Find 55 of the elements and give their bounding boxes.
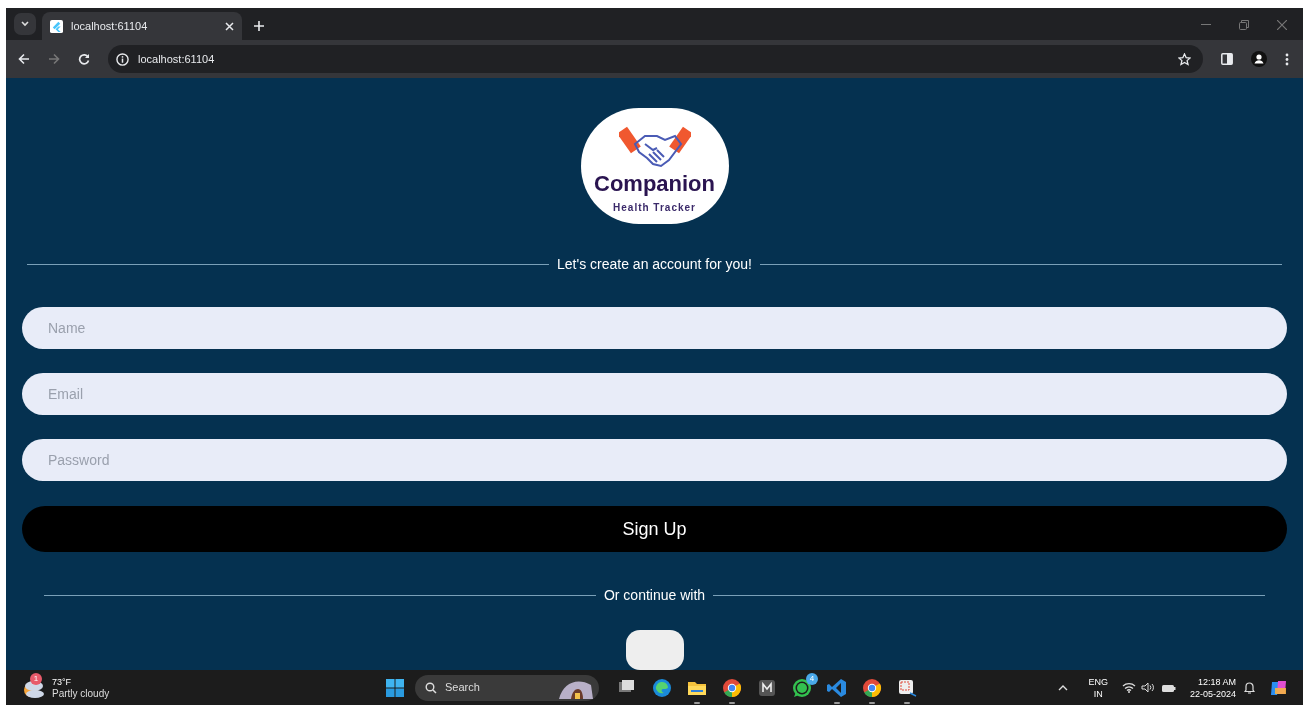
url-text: localhost:61104	[138, 51, 216, 67]
notification-badge: 1	[30, 672, 42, 685]
taskbar-search-field[interactable]: Search	[415, 674, 599, 701]
reload-icon[interactable]	[78, 53, 90, 65]
profile-icon[interactable]	[1251, 51, 1267, 67]
bell-icon[interactable]	[1244, 681, 1255, 694]
logo-subtitle: Health Tracker	[613, 201, 696, 215]
tab-search-button[interactable]	[14, 13, 36, 35]
minimize-icon[interactable]	[1201, 24, 1211, 26]
flutter-icon	[50, 19, 63, 33]
tab-title: localhost:61104	[71, 18, 149, 34]
running-indicator	[694, 702, 700, 704]
sign-up-button[interactable]: Sign Up	[22, 506, 1287, 552]
forward-icon[interactable]	[48, 53, 60, 65]
chrome-icon[interactable]	[721, 676, 743, 699]
notification-badge: 4	[806, 673, 818, 685]
input-field[interactable]: Password	[22, 439, 1287, 481]
handshake-icon	[618, 124, 691, 170]
language-indicator[interactable]: ENG	[1088, 675, 1108, 688]
battery-icon[interactable]	[1160, 682, 1176, 693]
input-field[interactable]: Email	[22, 373, 1287, 415]
address-bar[interactable]: localhost:61104	[108, 45, 1203, 73]
running-indicator	[729, 702, 735, 704]
input-field[interactable]: Name	[22, 307, 1287, 349]
region-indicator[interactable]: IN	[1093, 687, 1103, 700]
chevron-down-icon	[21, 21, 29, 27]
running-indicator	[869, 702, 875, 704]
search-placeholder: Search	[445, 680, 481, 696]
clock-date[interactable]: 22-05-2024	[1189, 687, 1236, 700]
weather-condition: Partly cloudy	[52, 687, 110, 699]
chevron-up-icon[interactable]	[1058, 684, 1069, 691]
menu-icon[interactable]	[1285, 52, 1289, 66]
edge-icon[interactable]	[651, 676, 673, 699]
wifi-icon[interactable]	[1121, 682, 1136, 693]
volume-icon[interactable]	[1140, 682, 1154, 693]
browser-tab[interactable]: localhost:61104	[42, 12, 242, 40]
new-tab-icon[interactable]	[254, 21, 264, 31]
windows-start-icon[interactable]	[386, 678, 404, 697]
restore-icon[interactable]	[1239, 20, 1249, 30]
chat-icon[interactable]	[791, 676, 813, 699]
info-icon[interactable]	[116, 52, 129, 66]
star-icon[interactable]	[1178, 52, 1191, 66]
code-editor-icon[interactable]	[826, 676, 848, 699]
divider-label: Or continue with	[603, 585, 706, 605]
clock-time[interactable]: 12:18 AM	[1197, 675, 1236, 688]
back-icon[interactable]	[18, 53, 30, 65]
search-icon	[425, 681, 437, 694]
side-panel-icon[interactable]	[1221, 53, 1233, 65]
weather-temperature: 73°F	[52, 676, 73, 688]
running-indicator	[904, 702, 910, 704]
running-indicator	[834, 702, 840, 704]
section-heading: Let's create an account for you!	[557, 254, 752, 274]
social-login-button[interactable]	[625, 630, 684, 670]
logo-title: Companion	[594, 172, 715, 196]
chrome-icon[interactable]	[861, 676, 883, 699]
